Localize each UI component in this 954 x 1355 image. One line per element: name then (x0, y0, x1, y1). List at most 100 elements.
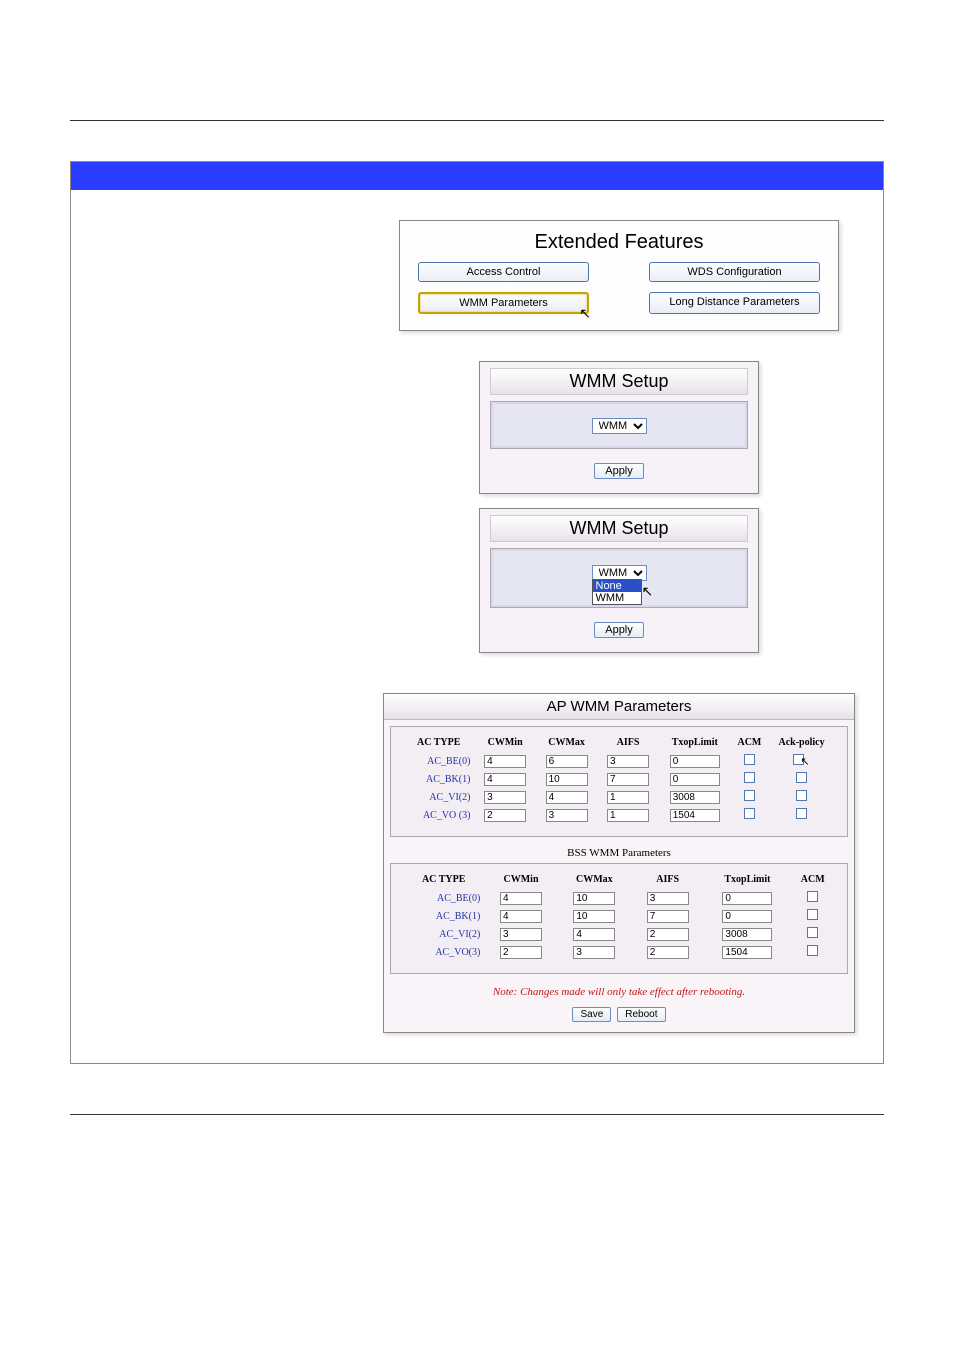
ap-h-cwmin: CWMin (474, 733, 535, 752)
table-row: AC_VI(2) (403, 788, 835, 806)
ap-row0-aifs[interactable] (607, 755, 649, 768)
ap-h-type: AC TYPE (403, 733, 474, 752)
cursor-icon: ↖ (800, 755, 809, 768)
ap-row2-txop[interactable] (670, 791, 720, 804)
bss-row3-acm-checkbox[interactable] (807, 945, 818, 956)
ap-row2-ackp-checkbox[interactable] (796, 790, 807, 801)
ap-row1-aifs[interactable] (607, 773, 649, 786)
bss-h-acm: ACM (790, 870, 835, 889)
blue-header (71, 162, 883, 190)
table-row: AC_VI(2) (403, 925, 835, 943)
bss-row2-cwmax[interactable] (573, 928, 615, 941)
apply-button-1[interactable]: Apply (594, 463, 644, 479)
long-distance-parameters-button[interactable]: Long Distance Parameters (649, 292, 820, 314)
section-frame: Extended Features Access Control WDS Con… (70, 161, 884, 1064)
bss-row0-txop[interactable] (722, 892, 772, 905)
bss-h-aifs: AIFS (631, 870, 704, 889)
bss-row2-acm-checkbox[interactable] (807, 927, 818, 938)
bss-row1-acm-checkbox[interactable] (807, 909, 818, 920)
ap-wmm-table: AC TYPE CWMin CWMax AIFS TxopLimit ACM A… (403, 733, 835, 824)
bss-row1-cwmax[interactable] (573, 910, 615, 923)
bss-row1-txop[interactable] (722, 910, 772, 923)
wmm-select-1[interactable]: WMM (592, 418, 647, 434)
ap-h-ackp: Ack-policy (768, 733, 835, 752)
table-row: AC_BE(0) (403, 889, 835, 907)
bss-row1-aifs[interactable] (647, 910, 689, 923)
wmm-setup-title-1: WMM Setup (490, 368, 748, 395)
bss-h-cwmax: CWMax (558, 870, 631, 889)
table-row: AC_BE(0) ↖ (403, 752, 835, 770)
ap-row3-label: AC_VO (3) (403, 806, 474, 824)
ap-row2-cwmin[interactable] (484, 791, 526, 804)
extended-features-panel: Extended Features Access Control WDS Con… (399, 220, 839, 331)
bss-row2-cwmin[interactable] (500, 928, 542, 941)
table-row: AC_BK(1) (403, 907, 835, 925)
wmm-setup-panel-2: WMM Setup WMM None WMM ↖ (479, 508, 759, 653)
bottom-rule (70, 1114, 884, 1115)
ap-row3-cwmin[interactable] (484, 809, 526, 822)
ap-row2-label: AC_VI(2) (403, 788, 474, 806)
bss-row3-cwmax[interactable] (573, 946, 615, 959)
extended-features-title: Extended Features (414, 231, 824, 254)
left-column (71, 190, 371, 1063)
ap-row0-acm-checkbox[interactable] (744, 754, 755, 765)
bss-row0-acm-checkbox[interactable] (807, 891, 818, 902)
bss-wmm-table: AC TYPE CWMin CWMax AIFS TxopLimit ACM A… (403, 870, 835, 961)
bss-row2-txop[interactable] (722, 928, 772, 941)
ap-row1-cwmin[interactable] (484, 773, 526, 786)
cursor-icon: ↖ (579, 305, 591, 322)
bss-row2-label: AC_VI(2) (403, 925, 484, 943)
ap-wmm-title: AP WMM Parameters (384, 694, 854, 720)
ap-row1-ackp-checkbox[interactable] (796, 772, 807, 783)
wmm-option-none[interactable]: None (593, 580, 641, 592)
apply-button-2[interactable]: Apply (594, 622, 644, 638)
wmm-dropdown-list: None WMM (592, 579, 642, 605)
ap-h-cwmax: CWMax (536, 733, 597, 752)
ap-row0-txop[interactable] (670, 755, 720, 768)
table-row: AC_VO (3) (403, 806, 835, 824)
bss-h-cwmin: CWMin (484, 870, 557, 889)
ap-row3-cwmax[interactable] (546, 809, 588, 822)
ap-row3-ackp-checkbox[interactable] (796, 808, 807, 819)
bss-row0-cwmin[interactable] (500, 892, 542, 905)
ap-row1-cwmax[interactable] (546, 773, 588, 786)
bss-row1-cwmin[interactable] (500, 910, 542, 923)
ap-h-acm: ACM (731, 733, 768, 752)
bss-row2-aifs[interactable] (647, 928, 689, 941)
ap-row0-cwmax[interactable] (546, 755, 588, 768)
table-row: AC_VO(3) (403, 943, 835, 961)
save-button[interactable]: Save (572, 1007, 611, 1022)
ap-row0-cwmin[interactable] (484, 755, 526, 768)
wds-configuration-button[interactable]: WDS Configuration (649, 262, 820, 282)
table-row: AC_BK(1) (403, 770, 835, 788)
reboot-button[interactable]: Reboot (617, 1007, 665, 1022)
reboot-note: Note: Changes made will only take effect… (384, 986, 854, 998)
wmm-setup-panel-1: WMM Setup WMM Apply (479, 361, 759, 494)
ap-row3-aifs[interactable] (607, 809, 649, 822)
bss-row3-aifs[interactable] (647, 946, 689, 959)
ap-row3-acm-checkbox[interactable] (744, 808, 755, 819)
ap-row1-txop[interactable] (670, 773, 720, 786)
ap-row2-aifs[interactable] (607, 791, 649, 804)
bss-row0-aifs[interactable] (647, 892, 689, 905)
bss-row3-txop[interactable] (722, 946, 772, 959)
bss-row3-cwmin[interactable] (500, 946, 542, 959)
access-control-button[interactable]: Access Control (418, 262, 589, 282)
cursor-icon: ↖ (642, 583, 654, 600)
ap-h-aifs: AIFS (597, 733, 658, 752)
bss-row0-cwmax[interactable] (573, 892, 615, 905)
ap-row1-acm-checkbox[interactable] (744, 772, 755, 783)
ap-row3-txop[interactable] (670, 809, 720, 822)
wmm-parameters-button[interactable]: WMM Parameters (418, 292, 589, 314)
bss-h-txop: TxopLimit (704, 870, 790, 889)
ap-row2-cwmax[interactable] (546, 791, 588, 804)
wmm-setup-title-2: WMM Setup (490, 515, 748, 542)
bss-row3-label: AC_VO(3) (403, 943, 484, 961)
wmm-option-wmm[interactable]: WMM (593, 592, 641, 604)
bss-row0-label: AC_BE(0) (403, 889, 484, 907)
bss-wmm-title: BSS WMM Parameters (384, 847, 854, 859)
top-rule (70, 120, 884, 121)
bss-row1-label: AC_BK(1) (403, 907, 484, 925)
ap-row1-label: AC_BK(1) (403, 770, 474, 788)
ap-row2-acm-checkbox[interactable] (744, 790, 755, 801)
